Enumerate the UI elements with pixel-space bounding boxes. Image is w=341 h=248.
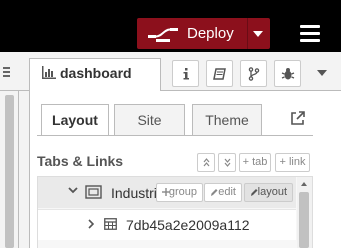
expand-all-button[interactable] bbox=[218, 153, 236, 172]
tab-site[interactable]: Site bbox=[114, 104, 185, 135]
section-title: Tabs & Links bbox=[37, 153, 124, 169]
add-link-button[interactable]: + link bbox=[275, 153, 310, 172]
external-link-icon[interactable] bbox=[290, 110, 306, 126]
tree-scrollbar-thumb[interactable] bbox=[299, 192, 309, 248]
debug-tab-button[interactable] bbox=[274, 60, 301, 87]
info-tab-button[interactable] bbox=[172, 60, 199, 87]
add-tab-label: + tab bbox=[242, 156, 268, 168]
deploy-options-chevron-icon[interactable] bbox=[253, 31, 263, 37]
add-link-label: + link bbox=[279, 156, 306, 168]
git-tab-button[interactable] bbox=[240, 60, 267, 87]
collapse-all-button[interactable] bbox=[197, 153, 215, 172]
tree-group-label: Industrial bbox=[111, 185, 156, 201]
tab-site-label: Site bbox=[137, 112, 162, 128]
deploy-label: Deploy bbox=[187, 25, 234, 42]
tab-theme-label: Theme bbox=[205, 112, 249, 128]
bug-icon bbox=[281, 68, 295, 80]
help-tab-button[interactable] bbox=[206, 60, 233, 87]
double-chevron-up-icon bbox=[203, 158, 210, 167]
layout-button[interactable]: layout bbox=[244, 183, 293, 202]
layout-button-label: layout bbox=[257, 186, 287, 198]
deploy-flow-icon bbox=[148, 28, 178, 42]
info-icon bbox=[183, 68, 189, 80]
table-icon bbox=[104, 218, 117, 230]
hamburger-menu-icon[interactable] bbox=[300, 25, 320, 42]
edit-button-label: edit bbox=[218, 186, 236, 198]
group-button[interactable]: group bbox=[156, 183, 203, 202]
chevron-right-icon[interactable] bbox=[88, 219, 94, 229]
double-chevron-down-icon bbox=[224, 158, 231, 167]
sidebar-tab-label: dashboard bbox=[60, 65, 132, 81]
group-button-label: group bbox=[168, 186, 197, 198]
group-frame-icon bbox=[85, 185, 102, 199]
plus-icon bbox=[162, 188, 170, 196]
tab-layout[interactable]: Layout bbox=[41, 104, 109, 136]
book-icon bbox=[213, 68, 226, 80]
tab-layout-label: Layout bbox=[52, 112, 98, 128]
git-branch-icon bbox=[248, 67, 260, 81]
scroll-up-arrow-icon[interactable] bbox=[301, 182, 307, 186]
subtab-divider bbox=[37, 135, 313, 136]
chevron-down-icon[interactable] bbox=[68, 187, 78, 194]
workspace-list-icon[interactable] bbox=[3, 67, 10, 77]
bar-chart-icon bbox=[42, 66, 56, 79]
pencil-icon bbox=[211, 189, 218, 196]
deploy-button[interactable]: Deploy bbox=[137, 18, 270, 49]
tab-theme[interactable]: Theme bbox=[192, 104, 262, 135]
workspace-scrollbar[interactable] bbox=[5, 95, 14, 248]
sidebar-menu-chevron-down-icon[interactable] bbox=[317, 70, 327, 76]
edit-button[interactable]: edit bbox=[204, 183, 242, 202]
deploy-divider bbox=[247, 18, 248, 49]
add-tab-button[interactable]: + tab bbox=[239, 153, 271, 172]
tree-tab-label: 7db45a2e2009a112 bbox=[126, 217, 250, 233]
